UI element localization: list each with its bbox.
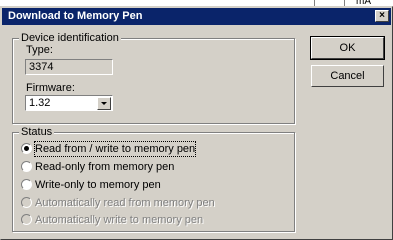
download-dialog: Download to Memory Pen × Device identifi… (0, 6, 393, 240)
type-field: 3374 (25, 59, 113, 75)
firmware-select[interactable]: 1.32 (25, 95, 113, 111)
radio-label: Read-only from memory pen (35, 161, 175, 173)
radio-label: Read from / write to memory pen (33, 141, 197, 157)
firmware-value: 1.32 (29, 97, 51, 109)
radio-button[interactable] (21, 161, 32, 172)
type-label: Type: (26, 44, 53, 56)
device-identification-group: Device identification (12, 32, 295, 124)
radio-button-disabled (21, 197, 32, 208)
radio-label: Automatically read from memory pen (35, 197, 215, 209)
close-button[interactable]: × (375, 10, 389, 22)
ok-button[interactable]: OK (310, 36, 385, 60)
close-icon: × (379, 10, 385, 21)
device-identification-label: Device identification (19, 32, 121, 44)
firmware-label: Firmware: (26, 82, 75, 94)
title-bar[interactable]: Download to Memory Pen × (2, 8, 391, 25)
radio-label: Automatically write to memory pen (35, 214, 204, 226)
status-group-label: Status (19, 126, 55, 138)
dialog-title: Download to Memory Pen (8, 10, 143, 22)
radio-button-selected[interactable] (21, 143, 32, 154)
radio-button-disabled (21, 214, 32, 225)
cancel-button[interactable]: Cancel (311, 65, 384, 87)
radio-label: Write-only to memory pen (35, 179, 161, 191)
chevron-down-icon[interactable] (97, 97, 111, 110)
radio-button[interactable] (21, 179, 32, 190)
